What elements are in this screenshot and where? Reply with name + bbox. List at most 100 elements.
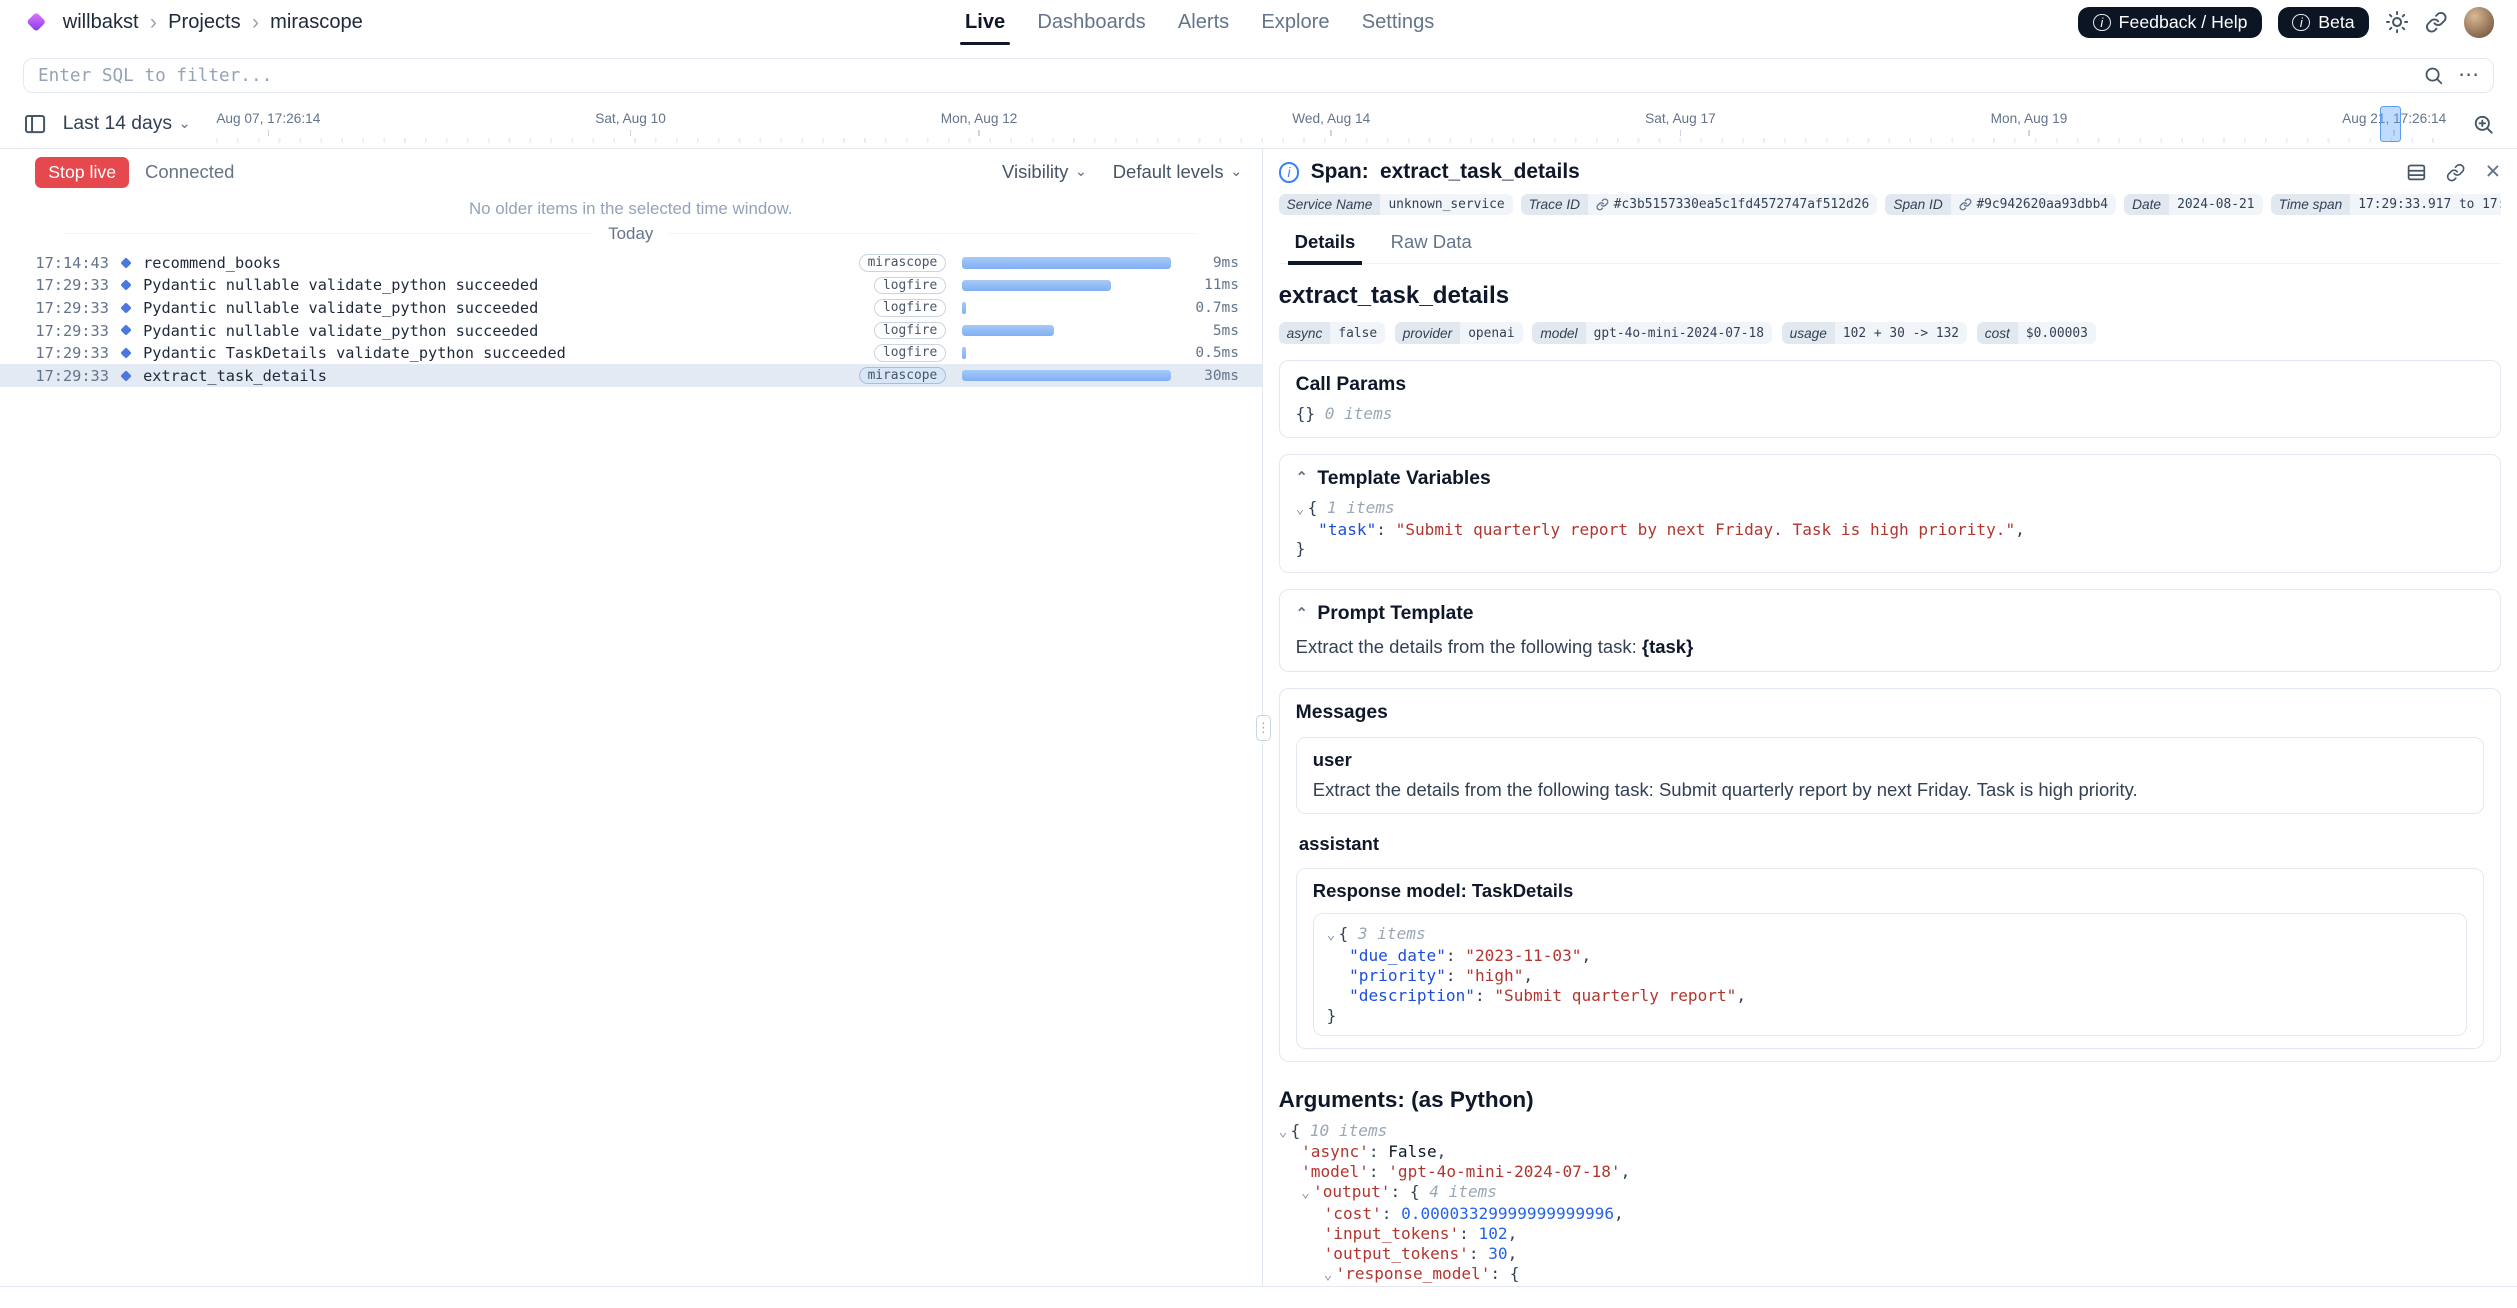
collapse-toggle-icon[interactable]: ⌄ [1327,926,1336,946]
response-model-title: Response model: TaskDetails [1313,880,2467,902]
share-link-icon[interactable] [2425,11,2448,34]
nav-tab-dashboards[interactable]: Dashboards [1037,0,1145,45]
today-divider: Today [64,224,1197,244]
span-diamond-icon [121,257,132,268]
breadcrumb-item[interactable]: willbakst [63,11,139,34]
scope-tag: logfire [874,322,946,340]
nav-tab-settings[interactable]: Settings [1362,0,1435,45]
timeline-selection[interactable] [2380,106,2401,141]
collapse-icon[interactable]: ⌃ [1296,607,1308,621]
theme-toggle-icon[interactable] [2385,10,2409,34]
feedback-help-label: Feedback / Help [2119,12,2248,33]
log-row[interactable]: 17:29:33extract_task_detailsmirascope30m… [0,364,1262,387]
call-params-title: Call Params [1296,374,2484,396]
close-icon[interactable]: ✕ [2485,163,2501,182]
timeline-tick-label: Wed, Aug 14 [1292,111,1370,126]
today-label: Today [608,224,653,244]
duration-bar-track [962,257,1171,268]
response-json: ⌄{ 3 items"due_date": "2023-11-03","prio… [1327,924,2453,1026]
collapse-icon[interactable]: ⌃ [1296,471,1308,485]
breadcrumb-separator: › [150,11,157,35]
code-line: "priority": "high", [1327,966,2453,986]
scope-tag: logfire [874,299,946,317]
collapse-toggle-icon[interactable]: ⌄ [1301,1184,1310,1204]
chip-label: Trace ID [1521,194,1588,215]
avatar[interactable] [2464,7,2495,38]
duration-bar [962,370,1171,381]
timeline-tick: Sat, Aug 10 [595,111,666,136]
chip-cost: cost$0.00003 [1977,322,2096,343]
scope-tag: mirascope [859,367,947,385]
arguments-title: Arguments: (as Python) [1279,1087,2501,1113]
timeline-tick-label: Mon, Aug 12 [941,111,1018,126]
chip-trace-id[interactable]: Trace ID#c3b5157330ea5c1fd4572747af512d2… [1521,194,1878,215]
chip-label: Date [2124,194,2169,215]
duration-text: 0.5ms [1171,345,1239,361]
panel-resize-handle[interactable]: ⋮ [1256,715,1270,741]
prompt-template-text: Extract the details from the following t… [1296,636,1642,657]
logo-icon[interactable] [26,12,46,32]
timeline-strip[interactable]: Aug 07, 17:26:14 Sat, Aug 10 Mon, Aug 12 We… [216,100,2446,148]
nav-tab-live[interactable]: Live [965,0,1005,45]
log-timestamp: 17:29:33 [35,299,119,317]
duration-text: 9ms [1171,255,1239,271]
log-row[interactable]: 17:29:33Pydantic nullable validate_pytho… [0,319,1262,342]
timeline-zoom-icon[interactable] [2472,113,2495,136]
sql-filter-input[interactable] [38,66,2408,86]
call-params-card: Call Params {} 0 items [1279,360,2501,438]
detail-tab-details[interactable]: Details [1279,226,1372,262]
log-message: recommend_books [143,254,858,272]
open-raw-panel-icon[interactable] [2406,162,2427,183]
feedback-help-button[interactable]: i Feedback / Help [2078,7,2261,38]
levels-dropdown[interactable]: Default levels ⌄ [1113,161,1243,183]
timeline-tick: Sat, Aug 17 [1645,111,1716,136]
info-icon: i [2292,14,2310,32]
log-message: Pydantic nullable validate_python succee… [143,322,874,340]
stop-live-button[interactable]: Stop live [35,157,129,188]
duration-text: 11ms [1171,277,1239,293]
breadcrumb-item[interactable]: mirascope [270,11,363,34]
duration-text: 30ms [1171,368,1239,384]
duration-bar-track [962,347,1171,358]
beta-button[interactable]: i Beta [2278,7,2369,38]
code-line: ⌄'output': { 4 items [1279,1182,2501,1204]
span-diamond-icon [121,370,132,381]
search-icon[interactable] [2423,65,2444,86]
breadcrumb-item[interactable]: Projects [168,11,241,34]
detail-scroll[interactable]: extract_task_details asyncfalseprovidero… [1279,264,2501,1286]
timeline-tick-mark [268,130,270,136]
breadcrumb: willbakst›Projects›mirascope [63,11,363,35]
log-row[interactable]: 17:29:33Pydantic nullable validate_pytho… [0,274,1262,297]
user-message-text: Extract the details from the following t… [1313,779,2467,801]
log-row[interactable]: 17:29:33Pydantic TaskDetails validate_py… [0,342,1262,365]
chip-label: Span ID [1885,194,1950,215]
filter-menu-icon[interactable]: ⋯ [2458,65,2479,86]
chip-span-id[interactable]: Span ID#9c942620aa93dbb4 [1885,194,2116,215]
visibility-dropdown[interactable]: Visibility ⌄ [1002,161,1087,183]
log-row[interactable]: 17:29:33Pydantic nullable validate_pytho… [0,297,1262,320]
sidebar-toggle-icon[interactable] [23,112,47,136]
nav-actions: i Feedback / Help i Beta [2078,7,2494,38]
chevron-down-icon: ⌄ [178,117,190,131]
detail-tab-raw-data[interactable]: Raw Data [1375,226,1488,262]
span-attrs: asyncfalseprovideropenaimodelgpt-4o-mini… [1279,322,2501,343]
timeline-tick: Aug 07, 17:26:14 [216,111,320,136]
chip-value: $0.00003 [2018,322,2096,343]
collapse-toggle-icon[interactable]: ⌄ [1324,1266,1333,1286]
copy-link-icon[interactable] [2446,163,2465,182]
duration-bar-track [962,280,1171,291]
timeline-tick-label: Mon, Aug 19 [1991,111,2068,126]
arguments-json: ⌄{ 10 items'async': False,'model': 'gpt-… [1279,1121,2501,1286]
duration-bar [962,302,965,313]
log-row[interactable]: 17:14:43recommend_booksmirascope9ms [0,252,1262,275]
chip-value: gpt-4o-mini-2024-07-18 [1586,322,1772,343]
log-rows: 17:14:43recommend_booksmirascope9ms17:29… [0,252,1262,387]
collapse-toggle-icon[interactable]: ⌄ [1296,500,1305,520]
nav-tab-explore[interactable]: Explore [1261,0,1329,45]
nav-tab-alerts[interactable]: Alerts [1178,0,1229,45]
log-timestamp: 17:29:33 [35,276,119,294]
time-range-selector[interactable]: Last 14 days ⌄ [63,113,191,135]
chip-provider: provideropenai [1395,322,1523,343]
log-timestamp: 17:29:33 [35,344,119,362]
collapse-toggle-icon[interactable]: ⌄ [1279,1123,1288,1143]
